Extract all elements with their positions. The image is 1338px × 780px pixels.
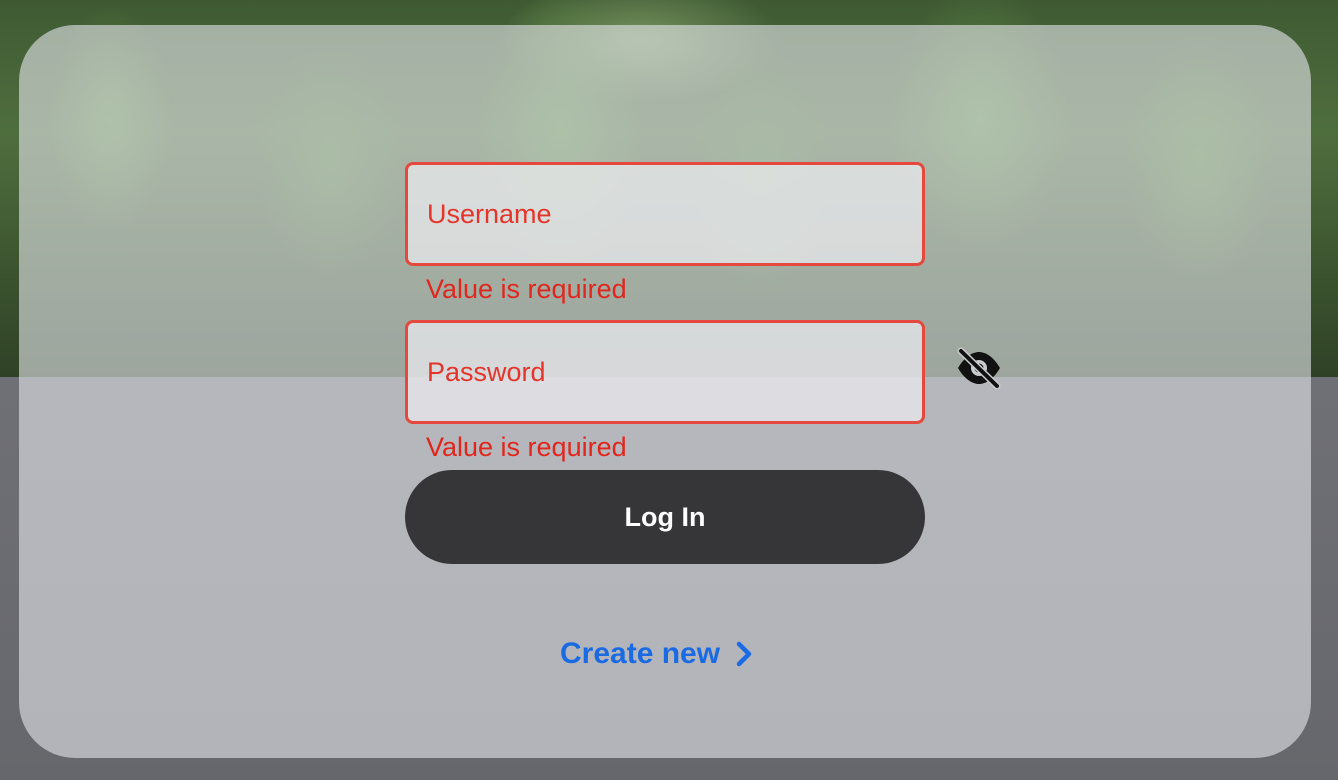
chevron-right-icon <box>734 640 754 668</box>
password-input[interactable] <box>408 323 922 421</box>
create-new-label: Create new <box>560 637 721 670</box>
login-button[interactable]: Log In <box>405 470 925 564</box>
eye-off-icon[interactable] <box>954 346 1004 390</box>
password-field <box>405 320 925 424</box>
create-new-link[interactable]: Create new <box>560 634 754 674</box>
password-error: Value is required <box>426 432 627 462</box>
username-error: Value is required <box>426 274 627 304</box>
username-field <box>405 162 925 266</box>
username-input[interactable] <box>408 165 922 263</box>
